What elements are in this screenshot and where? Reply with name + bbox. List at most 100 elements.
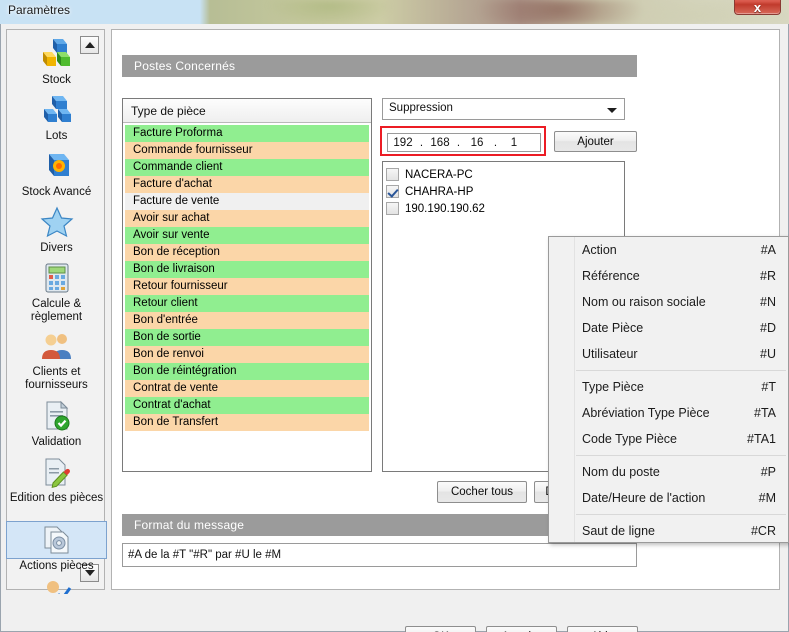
context-menu-separator — [576, 370, 786, 371]
context-menu-item[interactable]: Nom du poste #P — [549, 459, 788, 485]
sidebar-item-label: Calcule & règlement — [30, 298, 83, 323]
sidebar-item-label: Stock Avancé — [21, 186, 92, 198]
context-menu-item-accelerator: #CR — [750, 524, 776, 538]
context-menu-item-accelerator: #T — [761, 380, 776, 394]
type-list-row[interactable]: Facture de vente — [125, 193, 369, 210]
checkbox-icon[interactable] — [386, 185, 399, 198]
context-menu-item-label: Date Pièce — [582, 321, 644, 335]
sidebar-item-label: Lots — [45, 130, 68, 142]
context-menu-item-label: Nom du poste — [582, 465, 660, 479]
ip-octet-4[interactable]: 1 — [499, 137, 529, 149]
type-list-row[interactable]: Bon de renvoi — [125, 346, 369, 363]
type-list-row[interactable]: Bon de sortie — [125, 329, 369, 346]
ok-button[interactable]: OK — [405, 626, 476, 632]
message-format-input[interactable]: #A de la #T "#R" par #U le #M — [122, 543, 637, 567]
sidebar: Stock Lots Stock Avancé Divers Calcule &… — [6, 29, 107, 606]
cube-star-icon — [7, 148, 106, 184]
sidebar-item-divers[interactable]: Divers — [7, 204, 106, 255]
type-list-row[interactable]: Contrat d'achat — [125, 397, 369, 414]
host-list-item[interactable]: NACERA-PC — [386, 166, 621, 183]
sidebar-item-edition-pieces[interactable]: Edition des pièces — [7, 454, 106, 505]
ip-octet-1[interactable]: 192 — [388, 137, 418, 149]
cancel-button[interactable]: Annuler — [486, 626, 557, 632]
host-list-item-label: NACERA-PC — [405, 168, 473, 181]
type-list-body[interactable]: Facture Proforma Commande fournisseur Comm… — [123, 123, 371, 471]
context-menu-item[interactable]: Date/Heure de l'action #M — [549, 485, 788, 511]
type-list-row[interactable]: Facture d'achat — [125, 176, 369, 193]
context-menu-item-label: Utilisateur — [582, 347, 638, 361]
group-header-postes: Postes Concernés — [122, 55, 637, 77]
context-menu-item-label: Abréviation Type Pièce — [582, 406, 710, 420]
check-all-button[interactable]: Cocher tous — [437, 481, 527, 503]
context-menu-item-accelerator: #U — [760, 347, 776, 361]
sidebar-item-calcule-reglement[interactable]: Calcule & règlement — [7, 260, 106, 324]
type-list-row[interactable]: Avoir sur vente — [125, 227, 369, 244]
action-select[interactable]: Suppression — [382, 98, 625, 120]
context-menu-item[interactable]: Saut de ligne #CR — [549, 518, 788, 542]
type-list-row[interactable]: Bon de réintégration — [125, 363, 369, 380]
application-window: Paramètres x Stock Lots Stock Avancé Div… — [0, 0, 789, 632]
sidebar-item-validation[interactable]: Validation — [7, 398, 106, 449]
context-menu-item[interactable]: Abréviation Type Pièce #TA — [549, 400, 788, 426]
type-list-row[interactable]: Bon de livraison — [125, 261, 369, 278]
host-list-item[interactable]: 190.190.190.62 — [386, 200, 621, 217]
sidebar-item-label: Edition des pièces — [9, 492, 104, 504]
cubes-icon — [7, 36, 106, 72]
type-list-row[interactable]: Avoir sur achat — [125, 210, 369, 227]
aero-glass-backdrop — [0, 0, 789, 24]
star-icon — [7, 204, 106, 240]
context-menu-item[interactable]: Type Pièce #T — [549, 374, 788, 400]
context-menu-item-label: Date/Heure de l'action — [582, 491, 706, 505]
sidebar-item-actions-pieces[interactable]: Actions pièces — [6, 521, 107, 573]
type-list-row[interactable]: Commande fournisseur — [125, 142, 369, 159]
context-menu-item-label: Référence — [582, 269, 640, 283]
close-icon[interactable]: x — [734, 0, 781, 15]
context-menu-item[interactable]: Référence #R — [549, 263, 788, 289]
sidebar-item-stock[interactable]: Stock — [7, 36, 106, 87]
context-menu-items[interactable]: Action #A Référence #R Nom ou raison sociale… — [549, 237, 788, 542]
context-menu-item-accelerator: #R — [760, 269, 776, 283]
type-list[interactable]: Type de pièce Facture Proforma Commande f… — [122, 98, 372, 472]
sidebar-item-stock-avance[interactable]: Stock Avancé — [7, 148, 106, 199]
context-menu-item-label: Nom ou raison sociale — [582, 295, 706, 309]
context-menu-item-label: Type Pièce — [582, 380, 644, 394]
ip-separator: . — [419, 136, 424, 149]
type-list-row[interactable]: Retour client — [125, 295, 369, 312]
sidebar-item-label: Validation — [31, 436, 82, 448]
context-menu[interactable]: Action #A Référence #R Nom ou raison sociale… — [548, 236, 789, 543]
context-menu-item[interactable]: Action #A — [549, 237, 788, 263]
context-menu-item[interactable]: Code Type Pièce #TA1 — [549, 426, 788, 452]
host-list-item[interactable]: CHAHRA-HP — [386, 183, 621, 200]
ip-separator: . — [493, 136, 498, 149]
context-menu-item-label: Saut de ligne — [582, 524, 655, 538]
type-list-row[interactable]: Contrat de vente — [125, 380, 369, 397]
type-list-row[interactable]: Retour fournisseur — [125, 278, 369, 295]
context-menu-item[interactable]: Date Pièce #D — [549, 315, 788, 341]
sidebar-item-lots[interactable]: Lots — [7, 92, 106, 143]
chevron-down-icon — [607, 108, 617, 113]
checkbox-icon[interactable] — [386, 168, 399, 181]
host-list-item-label: CHAHRA-HP — [405, 185, 474, 198]
ip-octet-3[interactable]: 16 — [462, 137, 492, 149]
footer-button-bar — [1, 594, 788, 631]
type-list-row[interactable]: Commande client — [125, 159, 369, 176]
ip-octet-2[interactable]: 168 — [425, 137, 455, 149]
ip-address-input[interactable]: 192 . 168 . 16 . 1 — [387, 133, 541, 152]
context-menu-item[interactable]: Utilisateur #U — [549, 341, 788, 367]
host-list-item-label: 190.190.190.62 — [405, 202, 485, 215]
type-list-row[interactable]: Bon d'entrée — [125, 312, 369, 329]
add-button[interactable]: Ajouter — [554, 131, 637, 152]
help-button[interactable]: Aide — [567, 626, 638, 632]
sidebar-item-label: Divers — [40, 242, 73, 254]
window-titlebar[interactable]: Paramètres x — [0, 0, 789, 24]
type-list-row[interactable]: Facture Proforma — [125, 125, 369, 142]
sidebar-item-label: Clients et fournisseurs — [25, 366, 88, 391]
checkbox-icon[interactable] — [386, 202, 399, 215]
sidebar-item-clients-fournisseurs[interactable]: Clients et fournisseurs — [7, 328, 106, 392]
context-menu-item-accelerator: #A — [760, 243, 776, 257]
type-list-row[interactable]: Bon de Transfert — [125, 414, 369, 431]
context-menu-item[interactable]: Nom ou raison sociale #N — [549, 289, 788, 315]
type-list-row[interactable]: Bon de réception — [125, 244, 369, 261]
document-gear-icon — [6, 521, 107, 559]
cube-stack-icon — [7, 92, 106, 128]
